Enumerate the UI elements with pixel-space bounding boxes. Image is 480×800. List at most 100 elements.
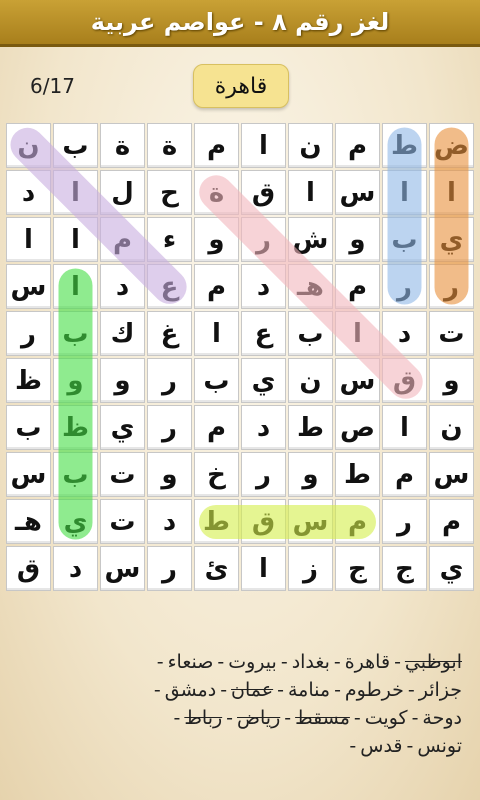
grid-cell[interactable]: م <box>335 123 380 168</box>
grid-cell[interactable]: ي <box>429 546 474 591</box>
grid-cell[interactable]: ع <box>241 311 286 356</box>
grid-cell[interactable]: س <box>6 264 51 309</box>
grid-cell[interactable]: م <box>382 452 427 497</box>
grid-cell[interactable]: ئ <box>194 546 239 591</box>
grid-cell[interactable]: ة <box>100 123 145 168</box>
grid-cell[interactable]: ة <box>147 123 192 168</box>
grid-cell[interactable]: م <box>100 217 145 262</box>
grid-cell[interactable]: د <box>53 546 98 591</box>
grid-cell[interactable]: غ <box>147 311 192 356</box>
grid-cell[interactable]: ص <box>335 405 380 450</box>
grid-cell[interactable]: ق <box>241 170 286 215</box>
grid-cell[interactable]: ي <box>241 358 286 403</box>
grid-cell[interactable]: م <box>194 405 239 450</box>
grid-cell[interactable]: ر <box>147 546 192 591</box>
grid-cell[interactable]: ر <box>382 264 427 309</box>
grid-cell[interactable]: ل <box>100 170 145 215</box>
grid-cell[interactable]: ع <box>147 264 192 309</box>
grid-cell[interactable]: ق <box>241 499 286 544</box>
grid-cell[interactable]: ن <box>288 123 333 168</box>
grid-cell[interactable]: ب <box>53 123 98 168</box>
grid-cell[interactable]: س <box>429 452 474 497</box>
grid-cell[interactable]: ت <box>100 452 145 497</box>
grid-cell[interactable]: ت <box>429 311 474 356</box>
grid-cell[interactable]: ق <box>382 358 427 403</box>
grid-cell[interactable]: ن <box>429 405 474 450</box>
grid-cell[interactable]: ب <box>53 311 98 356</box>
grid-cell[interactable]: خ <box>194 452 239 497</box>
grid-cell[interactable]: و <box>429 358 474 403</box>
grid-cell[interactable]: م <box>429 499 474 544</box>
grid-cell[interactable]: ا <box>429 170 474 215</box>
grid-cell[interactable]: ر <box>241 452 286 497</box>
grid-cell[interactable]: ظ <box>6 358 51 403</box>
grid-cell[interactable]: س <box>100 546 145 591</box>
grid-cell[interactable]: و <box>288 452 333 497</box>
grid-cell[interactable]: د <box>241 264 286 309</box>
grid-cell[interactable]: س <box>335 358 380 403</box>
grid-cell[interactable]: ب <box>53 452 98 497</box>
grid-cell[interactable]: ق <box>6 546 51 591</box>
letter-grid[interactable]: ض ط م ن ا م ة ة ب ن ا ا س ا ق ة ح ل ا د ي ب و ش ر و ء م ا ا ر ر م هـ د م ع د ا… <box>3 120 476 593</box>
grid-cell[interactable]: د <box>100 264 145 309</box>
grid-cell[interactable]: ا <box>241 546 286 591</box>
grid-cell[interactable]: ك <box>100 311 145 356</box>
grid-cell[interactable]: ط <box>194 499 239 544</box>
grid-cell[interactable]: ج <box>382 546 427 591</box>
grid-cell[interactable]: د <box>382 311 427 356</box>
grid-cell[interactable]: د <box>147 499 192 544</box>
grid-cell[interactable]: ح <box>147 170 192 215</box>
grid-cell[interactable]: ت <box>100 499 145 544</box>
grid-cell[interactable]: ا <box>288 170 333 215</box>
grid-cell[interactable]: ش <box>288 217 333 262</box>
grid-cell[interactable]: ط <box>288 405 333 450</box>
grid-cell[interactable]: ا <box>241 123 286 168</box>
grid-cell[interactable]: م <box>194 123 239 168</box>
grid-cell[interactable]: ط <box>382 123 427 168</box>
grid-cell[interactable]: و <box>100 358 145 403</box>
grid-cell[interactable]: ز <box>288 546 333 591</box>
grid-cell[interactable]: م <box>335 499 380 544</box>
grid-cell[interactable]: د <box>6 170 51 215</box>
grid-cell[interactable]: هـ <box>288 264 333 309</box>
grid-cell[interactable]: و <box>53 358 98 403</box>
grid-cell[interactable]: ا <box>194 311 239 356</box>
grid-cell[interactable]: ر <box>382 499 427 544</box>
grid-cell[interactable]: و <box>194 217 239 262</box>
grid-cell[interactable]: ر <box>241 217 286 262</box>
grid-cell[interactable]: ا <box>53 170 98 215</box>
grid-cell[interactable]: ب <box>288 311 333 356</box>
grid-cell[interactable]: ن <box>288 358 333 403</box>
grid-cell[interactable]: ب <box>194 358 239 403</box>
grid-cell[interactable]: ي <box>53 499 98 544</box>
grid-cell[interactable]: ا <box>6 217 51 262</box>
grid-cell[interactable]: ن <box>6 123 51 168</box>
grid-cell[interactable]: ب <box>6 405 51 450</box>
grid-cell[interactable]: ر <box>147 358 192 403</box>
grid-cell[interactable]: س <box>6 452 51 497</box>
grid-cell[interactable]: ا <box>53 264 98 309</box>
grid-cell[interactable]: ب <box>382 217 427 262</box>
grid-cell[interactable]: ر <box>6 311 51 356</box>
grid-cell[interactable]: ء <box>147 217 192 262</box>
grid-cell[interactable]: ط <box>335 452 380 497</box>
grid-cell[interactable]: س <box>288 499 333 544</box>
grid-cell[interactable]: ا <box>53 217 98 262</box>
grid-cell[interactable]: ا <box>335 311 380 356</box>
grid-cell[interactable]: م <box>335 264 380 309</box>
grid-cell[interactable]: ر <box>429 264 474 309</box>
grid-cell[interactable]: ي <box>100 405 145 450</box>
grid-cell[interactable]: د <box>241 405 286 450</box>
grid-cell[interactable]: ا <box>382 170 427 215</box>
grid-cell[interactable]: س <box>335 170 380 215</box>
grid-cell[interactable]: م <box>194 264 239 309</box>
grid-cell[interactable]: هـ <box>6 499 51 544</box>
grid-cell[interactable]: ض <box>429 123 474 168</box>
grid-cell[interactable]: ي <box>429 217 474 262</box>
grid-cell[interactable]: ة <box>194 170 239 215</box>
grid-cell[interactable]: ج <box>335 546 380 591</box>
grid-cell[interactable]: ا <box>382 405 427 450</box>
grid-cell[interactable]: و <box>147 452 192 497</box>
grid-cell[interactable]: و <box>335 217 380 262</box>
grid-cell[interactable]: ر <box>147 405 192 450</box>
